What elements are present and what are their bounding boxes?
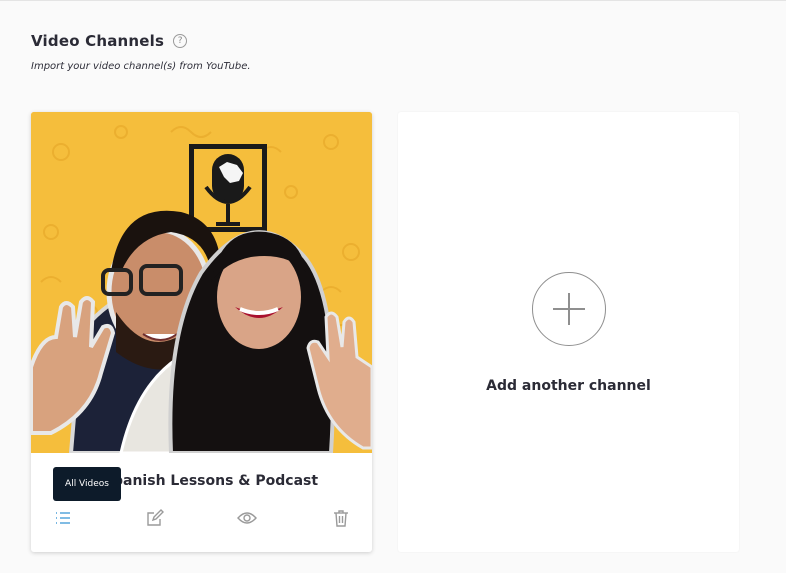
trash-icon[interactable] — [331, 508, 351, 528]
title-row: Video Channels ? — [31, 32, 251, 50]
top-divider — [0, 0, 786, 1]
page-title: Video Channels — [31, 32, 165, 50]
eye-icon[interactable] — [237, 508, 257, 528]
channel-name: panish Lessons & Podcast — [113, 473, 319, 489]
plus-circle-icon[interactable] — [532, 272, 606, 346]
thumbnail-illustration — [31, 112, 372, 453]
all-videos-tooltip: All Videos — [53, 467, 121, 501]
add-channel-card[interactable]: Add another channel — [398, 112, 739, 552]
add-channel-label: Add another channel — [486, 378, 651, 394]
question-circle-icon[interactable]: ? — [173, 34, 188, 48]
page-subtitle: Import your video channel(s) from YouTub… — [31, 61, 251, 72]
channel-actions — [31, 508, 372, 532]
channel-card[interactable]: panish Lessons & Podcast All Videos — [31, 112, 372, 552]
page-header: Video Channels ? Import your video chann… — [31, 32, 251, 72]
edit-icon[interactable] — [145, 508, 165, 528]
list-icon[interactable] — [53, 508, 73, 528]
channel-thumbnail[interactable] — [31, 112, 372, 453]
